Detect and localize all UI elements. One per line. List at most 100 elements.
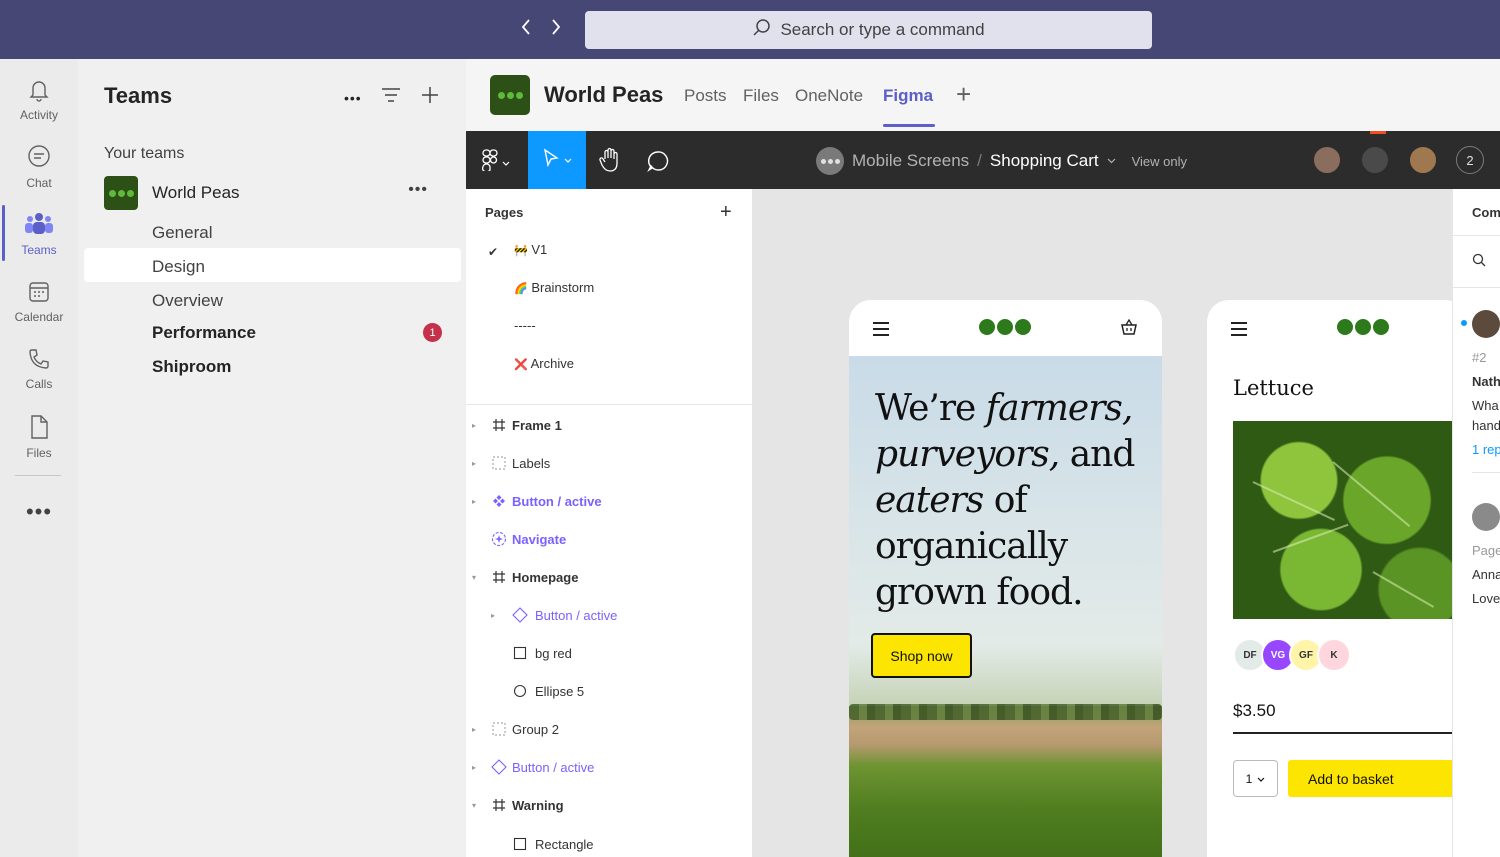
layer-row[interactable]: ▸ Group 2 (472, 719, 559, 739)
search-input[interactable]: Search or type a command (585, 11, 1152, 49)
rail-item-calls[interactable]: Calls (0, 338, 78, 400)
project-name[interactable]: Mobile Screens (852, 151, 969, 171)
channel-design[interactable]: Design (152, 257, 205, 277)
layer-row[interactable]: Rectangle (505, 834, 594, 854)
more-options-icon[interactable]: ••• (344, 90, 362, 106)
headline-part: farmers, (985, 388, 1134, 429)
layer-name: Button / active (512, 759, 595, 775)
panel-actions: ••• (344, 85, 440, 110)
product-title: Lettuce (1233, 376, 1314, 400)
farm-landscape-image (849, 706, 1162, 857)
layer-name: bg red (535, 645, 572, 661)
brand-logo (979, 319, 1031, 335)
rail-item-activity[interactable]: Activity (0, 69, 78, 131)
comments-panel: Com #2 Nath Wha hand 1 rep Page Anna Lov… (1452, 189, 1500, 857)
channel-shiproom[interactable]: Shiproom (152, 357, 231, 377)
chevron-right-icon[interactable] (548, 18, 564, 42)
layer-row[interactable]: ▸ Frame 1 (472, 415, 562, 435)
replies-link[interactable]: 1 rep (1472, 442, 1500, 457)
layer-row[interactable]: ▸ Button / active (472, 491, 602, 511)
divider (466, 404, 753, 405)
expand-caret[interactable]: ▾ (472, 801, 486, 810)
page-name: ----- (514, 318, 536, 333)
layer-row[interactable]: ▸ Labels (472, 453, 550, 473)
layer-row[interactable]: bg red (505, 643, 572, 663)
avatar (1472, 503, 1500, 531)
layer-row[interactable]: ▾ Homepage (472, 567, 578, 587)
add-tab-icon[interactable]: + (956, 79, 971, 110)
teams-icon (24, 211, 54, 240)
rail-label: Calls (25, 377, 53, 391)
add-to-basket-button[interactable]: Add to basket (1288, 760, 1452, 797)
team-more-icon[interactable]: ••• (408, 181, 428, 199)
expand-caret[interactable]: ▸ (472, 459, 486, 468)
homepage-frame[interactable]: We’re farmers, purveyors, and eaters of … (849, 300, 1162, 857)
move-tool-button[interactable] (528, 131, 586, 189)
collaborator-count[interactable]: 2 (1456, 146, 1484, 174)
avatar[interactable] (1312, 145, 1342, 175)
tab-posts[interactable]: Posts (684, 86, 727, 106)
shop-now-button[interactable]: Shop now (871, 633, 972, 678)
hero-headline: We’re farmers, purveyors, and eaters of … (875, 386, 1145, 616)
design-canvas[interactable]: We’re farmers, purveyors, and eaters of … (753, 189, 1452, 857)
file-breadcrumb: Mobile Screens / Shopping Cart View only (816, 147, 1187, 175)
team-item[interactable]: World Peas ••• (104, 175, 444, 211)
frame-icon (486, 570, 512, 584)
file-name[interactable]: Shopping Cart (990, 151, 1099, 171)
layer-row[interactable]: ▾ Warning (472, 795, 564, 815)
rail-item-chat[interactable]: Chat (0, 136, 78, 198)
calendar-icon (27, 280, 51, 307)
add-page-icon[interactable]: + (720, 201, 732, 224)
add-icon[interactable] (420, 85, 440, 110)
page-item-divider[interactable]: ----- (514, 318, 536, 333)
avatar[interactable] (1360, 145, 1390, 175)
tab-files[interactable]: Files (743, 86, 779, 106)
page-item-v1[interactable]: 🚧 V1 (514, 242, 547, 257)
ellipse-icon (505, 684, 535, 698)
layer-row[interactable]: ▸ Button / active (472, 757, 594, 777)
expand-caret[interactable]: ▸ (472, 725, 486, 734)
expand-caret[interactable]: ▾ (472, 573, 486, 582)
layer-row[interactable]: Ellipse 5 (505, 681, 584, 701)
frame-icon (486, 798, 512, 812)
layer-name: Ellipse 5 (535, 683, 585, 699)
avatar[interactable] (1408, 145, 1438, 175)
filter-icon[interactable] (380, 87, 402, 108)
page-name: V1 (531, 242, 548, 257)
tab-figma[interactable]: Figma (883, 86, 933, 106)
rail-label: Calendar (14, 310, 64, 324)
rail-label: Files (26, 446, 52, 460)
search-icon (752, 18, 772, 43)
more-apps-icon[interactable]: ••• (0, 499, 78, 525)
expand-caret[interactable]: ▸ (491, 611, 505, 620)
page-item-brainstorm[interactable]: 🌈 Brainstorm (514, 280, 594, 295)
expand-caret[interactable]: ▸ (472, 763, 486, 772)
layer-row[interactable]: ▸ Button / active (491, 605, 617, 625)
tab-onenote[interactable]: OneNote (795, 86, 863, 106)
chevron-down-icon[interactable] (1107, 155, 1116, 167)
rail-item-teams[interactable]: Teams (0, 203, 78, 265)
instance-icon (486, 531, 512, 547)
search-icon[interactable] (1472, 253, 1486, 272)
figma-menu-button[interactable] (481, 149, 510, 176)
comment-tool-icon[interactable] (646, 149, 670, 178)
check-icon: ✔ (488, 245, 499, 259)
component-icon (486, 494, 512, 508)
quantity-select[interactable]: 1 (1233, 760, 1278, 797)
expand-caret[interactable]: ▸ (472, 497, 486, 506)
hand-tool-icon[interactable] (598, 147, 622, 178)
headline-part: and (1069, 434, 1136, 475)
chevron-left-icon[interactable] (518, 18, 534, 42)
layers-panel: Pages + ✔ 🚧 V1 🌈 Brainstorm ----- ❌ Arch… (466, 189, 753, 857)
channel-overview[interactable]: Overview (152, 291, 223, 311)
layer-row[interactable]: Navigate (472, 529, 566, 549)
expand-caret[interactable]: ▸ (472, 421, 486, 430)
rail-item-files[interactable]: Files (0, 406, 78, 468)
cursor-icon (542, 147, 560, 173)
product-frame[interactable]: Lettuce DF VG GF K $3.50 1 Add to basket (1207, 300, 1452, 857)
page-item-archive[interactable]: ❌ Archive (514, 356, 574, 371)
channel-performance[interactable]: Performance (152, 323, 256, 343)
team-logo-icon (490, 75, 530, 115)
channel-general[interactable]: General (152, 223, 212, 243)
rail-item-calendar[interactable]: Calendar (0, 271, 78, 333)
